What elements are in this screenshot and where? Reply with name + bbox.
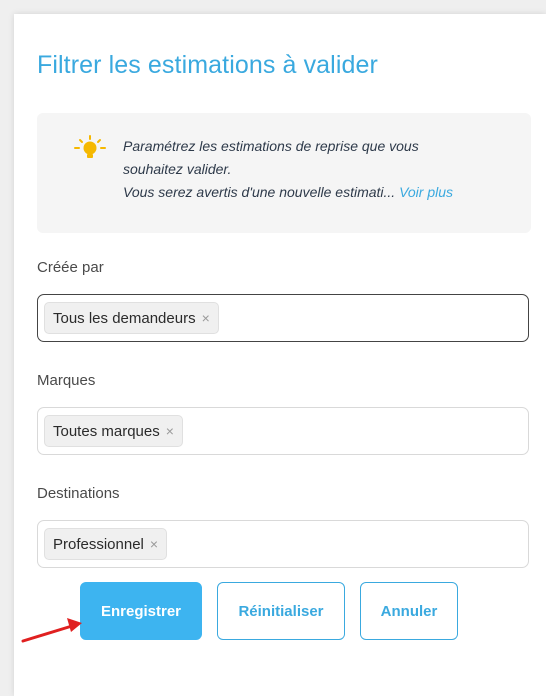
- chip-label: Professionnel: [53, 535, 144, 553]
- brands-select[interactable]: Toutes marques ×: [37, 407, 529, 455]
- remove-chip-icon[interactable]: ×: [202, 310, 210, 326]
- page-title: Filtrer les estimations à valider: [37, 51, 378, 79]
- destinations-select[interactable]: Professionnel ×: [37, 520, 529, 568]
- info-line-3: Vous serez avertis d'une nouvelle estima…: [123, 181, 523, 204]
- created-by-select[interactable]: Tous les demandeurs ×: [37, 294, 529, 342]
- chip-label: Tous les demandeurs: [53, 309, 196, 327]
- info-line-2: souhaitez valider.: [123, 161, 232, 177]
- voir-plus-link[interactable]: Voir plus: [399, 184, 453, 200]
- reset-button[interactable]: Réinitialiser: [217, 582, 345, 640]
- brands-label: Marques: [37, 372, 96, 389]
- destinations-label: Destinations: [37, 485, 120, 502]
- cancel-button[interactable]: Annuler: [360, 582, 458, 640]
- chip-label: Toutes marques: [53, 422, 160, 440]
- info-box: Paramétrez les estimations de reprise qu…: [37, 113, 531, 233]
- lightbulb-icon: [74, 135, 106, 158]
- info-line-1: Paramétrez les estimations de reprise qu…: [123, 138, 419, 154]
- save-button[interactable]: Enregistrer: [80, 582, 202, 640]
- remove-chip-icon[interactable]: ×: [166, 423, 174, 439]
- annotation-arrow-icon: [21, 618, 82, 643]
- created-by-chip: Tous les demandeurs ×: [44, 302, 219, 334]
- remove-chip-icon[interactable]: ×: [150, 536, 158, 552]
- info-line-3-text: Vous serez avertis d'une nouvelle estima…: [123, 184, 396, 200]
- brands-chip: Toutes marques ×: [44, 415, 183, 447]
- info-text: Paramétrez les estimations de reprise qu…: [123, 135, 523, 204]
- created-by-label: Créée par: [37, 259, 104, 276]
- destinations-chip: Professionnel ×: [44, 528, 168, 560]
